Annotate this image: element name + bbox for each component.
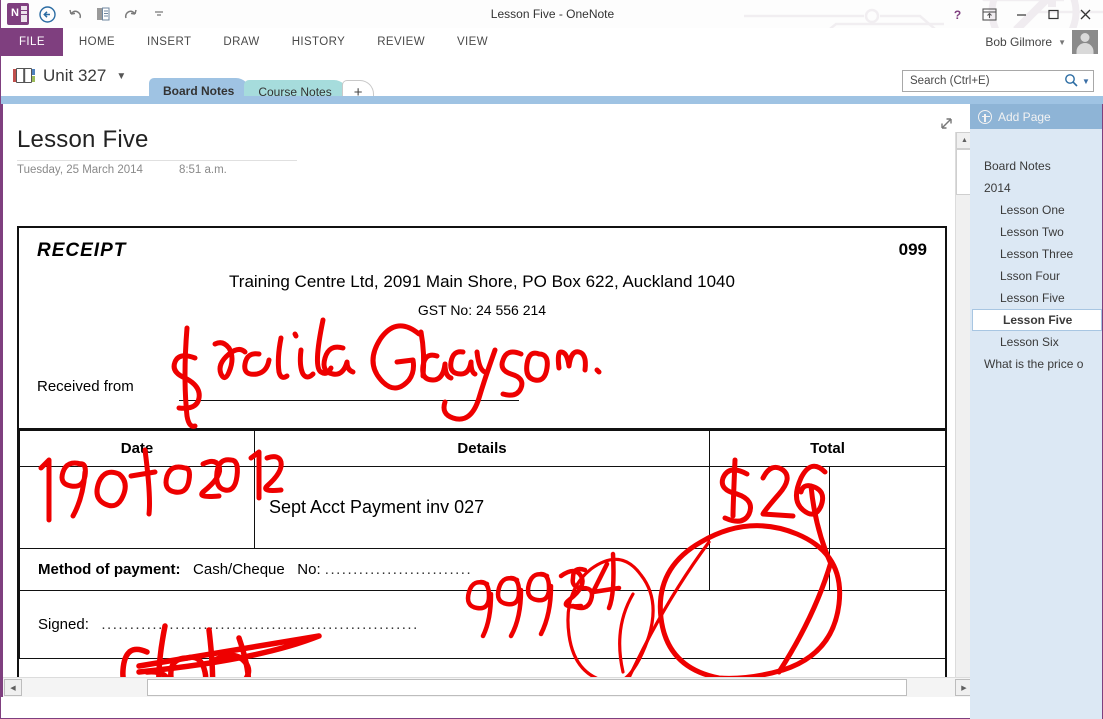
receipt-number: 099 <box>898 240 927 259</box>
page-list-item[interactable]: Lesson Six <box>970 331 1102 353</box>
horizontal-scrollbar[interactable]: ◀ ▶ <box>3 677 972 697</box>
search-magnifier-icon[interactable] <box>1064 73 1078 90</box>
received-from-label: Received from <box>37 378 134 395</box>
page-date-label: Tuesday, 25 March 2014 <box>17 164 143 176</box>
tab-review[interactable]: REVIEW <box>361 28 441 56</box>
method-of-payment-value: Cash/Cheque <box>193 561 285 578</box>
page-list-item-selected[interactable]: Lesson Five <box>972 309 1102 331</box>
receipt-header: RECEIPT 099 Training Centre Ltd, 2091 Ma… <box>19 228 945 340</box>
table-row: Sept Acct Payment inv 027 <box>19 466 945 549</box>
cell-total-dollars <box>709 466 830 549</box>
scroll-left-button[interactable]: ◀ <box>4 679 22 696</box>
cheque-number-label: No: <box>297 561 321 578</box>
signed-dots: ........................................… <box>101 616 419 633</box>
customize-qat-button[interactable] <box>147 3 171 25</box>
receipt-gst-number: GST No: 24 556 214 <box>417 302 547 318</box>
page-list-item[interactable]: Lsson Four <box>970 265 1102 287</box>
help-icon[interactable]: ? <box>942 2 972 26</box>
expand-arrows-icon[interactable] <box>938 116 954 132</box>
method-spacer-cents <box>829 548 945 591</box>
onenote-logo-icon: N <box>7 3 29 25</box>
table-header-row: Date Details Total <box>19 430 945 467</box>
signed-label: Signed: <box>38 616 89 633</box>
cheque-number-dots: .......................... <box>324 561 473 578</box>
add-section-label: + <box>353 83 363 101</box>
column-header-total: Total <box>709 430 945 467</box>
cell-details: Sept Acct Payment inv 027 <box>254 466 710 549</box>
page-list-item[interactable]: Board Notes <box>970 155 1102 177</box>
undo-button[interactable] <box>63 3 87 25</box>
search-box[interactable]: ▼ <box>902 70 1094 92</box>
back-button[interactable] <box>35 3 59 25</box>
user-account-area[interactable]: Bob Gilmore ▼ <box>985 30 1098 54</box>
horizontal-scroll-thumb[interactable] <box>147 679 907 696</box>
method-of-payment-row: Method of payment: Cash/Cheque No: .....… <box>19 548 945 591</box>
method-spacer-dollars <box>709 548 830 591</box>
page-time-label: 8:51 a.m. <box>178 164 227 176</box>
close-icon[interactable] <box>1070 2 1100 26</box>
redo-button[interactable] <box>119 3 143 25</box>
user-caret-icon[interactable]: ▼ <box>1058 38 1066 47</box>
method-of-payment-cell: Method of payment: Cash/Cheque No: .....… <box>19 548 710 591</box>
page-list-items: Board Notes 2014 Lesson One Lesson Two L… <box>970 129 1102 375</box>
ribbon-tab-bar: FILE HOME INSERT DRAW HISTORY REVIEW VIE… <box>1 28 1103 56</box>
add-page-button[interactable]: Add Page <box>970 104 1102 129</box>
page-list-item[interactable]: Lesson One <box>970 199 1102 221</box>
section-tab-label: Board Notes <box>163 84 235 98</box>
column-header-date: Date <box>19 430 255 467</box>
horizontal-scroll-track[interactable] <box>23 679 954 696</box>
cell-total-cents <box>829 466 945 549</box>
signed-cell: Signed: ................................… <box>19 590 945 659</box>
receipt-heading: RECEIPT <box>37 240 127 261</box>
tab-file[interactable]: FILE <box>1 28 63 56</box>
page-timestamp: Tuesday, 25 March 2014 8:51 a.m. <box>17 164 227 176</box>
section-tab-label: Course Notes <box>258 85 332 99</box>
page-list-panel: Add Page Board Notes 2014 Lesson One Les… <box>970 104 1102 719</box>
search-input[interactable] <box>910 75 1064 87</box>
dock-to-desktop-button[interactable] <box>91 3 115 25</box>
onenote-window: N Lesson Five - OneNote ? FILE HOME INSE… <box>0 0 1103 719</box>
notebook-icon <box>13 67 35 85</box>
received-from-line <box>179 400 519 401</box>
receipt-received-from-row: Received from <box>19 340 945 430</box>
page-list-item[interactable]: Lesson Two <box>970 221 1102 243</box>
tab-home[interactable]: HOME <box>63 28 131 56</box>
quick-access-toolbar <box>35 2 171 26</box>
notebook-name-label: Unit 327 <box>43 66 107 85</box>
tab-history[interactable]: HISTORY <box>276 28 362 56</box>
tab-draw[interactable]: DRAW <box>207 28 275 56</box>
plus-circle-icon <box>978 109 992 124</box>
page-list-item[interactable]: Lesson Five <box>970 287 1102 309</box>
tab-view[interactable]: VIEW <box>441 28 504 56</box>
method-of-payment-label: Method of payment: <box>38 561 181 578</box>
avatar[interactable] <box>1072 30 1098 54</box>
window-controls: ? <box>942 2 1100 26</box>
notebook-selector[interactable]: Unit 327 ▼ <box>13 66 126 86</box>
receipt-image[interactable]: RECEIPT 099 Training Centre Ltd, 2091 Ma… <box>17 226 947 686</box>
page-list-item[interactable]: What is the price o <box>970 353 1102 375</box>
column-header-details: Details <box>254 430 710 467</box>
tab-insert[interactable]: INSERT <box>131 28 207 56</box>
cell-date <box>19 466 255 549</box>
minimize-icon[interactable] <box>1006 2 1036 26</box>
user-name-label: Bob Gilmore <box>985 35 1053 49</box>
receipt-address: Training Centre Ltd, 2091 Main Shore, PO… <box>229 272 735 291</box>
page-list-item[interactable]: 2014 <box>970 177 1102 199</box>
window-title-text: Lesson Five - OneNote <box>484 7 621 21</box>
page-list-item[interactable]: Lesson Three <box>970 243 1102 265</box>
section-bar: Unit 327 ▼ Board Notes Course Notes + ▼ <box>1 56 1103 104</box>
ribbon-display-options-icon[interactable] <box>974 2 1004 26</box>
title-bar: N Lesson Five - OneNote ? <box>1 0 1103 28</box>
page-title[interactable]: Lesson Five <box>17 126 297 161</box>
restore-icon[interactable] <box>1038 2 1068 26</box>
receipt-table: Date Details Total Sept Acct Payment inv… <box>19 430 945 659</box>
add-page-label: Add Page <box>998 109 1051 124</box>
svg-text:?: ? <box>953 8 960 21</box>
signed-row: Signed: ................................… <box>19 590 945 659</box>
search-caret-icon[interactable]: ▼ <box>1082 77 1090 86</box>
page-content-area: Lesson Five Tuesday, 25 March 2014 8:51 … <box>1 104 972 697</box>
chevron-down-icon[interactable]: ▼ <box>116 71 126 82</box>
